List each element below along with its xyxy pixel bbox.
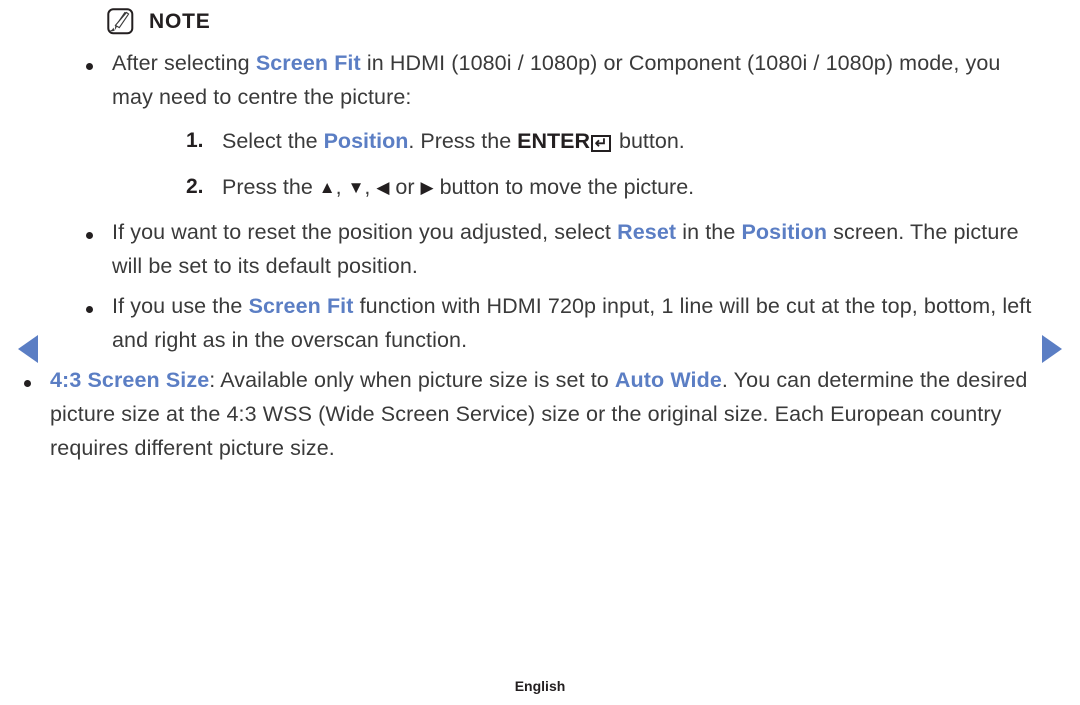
highlight-position: Position [323,129,409,153]
bullet-text-4-3-screen-size: 4:3 Screen Size: Available only when pic… [50,363,1036,465]
footer-language: English [514,678,566,694]
text-segment: in the [676,220,742,244]
text-segment: : Available only when picture size is se… [209,368,615,392]
text-segment: button to move the picture. [433,175,695,199]
note-content: After selecting Screen Fit in HDMI (1080… [24,46,1036,465]
text-segment: , [364,175,377,199]
enter-return-key-icon: ↵ [591,135,612,152]
bullet-text-reset-position: If you want to reset the position you ad… [112,215,1036,283]
bullet-dot-icon [86,215,112,244]
text-segment: Select the [222,129,324,153]
arrow-right-icon: ▶ [420,178,434,197]
bullet-dot-icon [24,363,50,392]
bullet-dot-icon [86,289,112,318]
arrow-up-icon: ▲ [318,178,336,197]
numbered-step: 1. Select the Position. Press the ENTER ↵… [86,124,1036,158]
list-item: After selecting Screen Fit in HDMI (1080… [86,46,1036,114]
text-segment: , [335,175,348,199]
numbered-step: 2. Press the ▲, ▼, ◀ or ▶ button to move… [86,170,1036,205]
previous-page-arrow-icon[interactable] [18,335,38,363]
enter-label: ENTER [517,129,591,153]
list-item: 4:3 Screen Size: Available only when pic… [24,363,1036,465]
list-item: If you want to reset the position you ad… [86,215,1036,283]
text-segment: If you want to reset the position you ad… [112,220,618,244]
highlight-screen-fit: Screen Fit [255,51,361,75]
highlight-4-3-screen-size: 4:3 Screen Size [50,368,210,392]
text-segment: or [389,175,421,199]
arrow-left-icon: ◀ [376,178,390,197]
note-title: NOTE [149,10,211,33]
bullet-text-screen-fit-720p: If you use the Screen Fit function with … [112,289,1036,357]
highlight-auto-wide: Auto Wide [614,368,722,392]
manual-page: NOTE After selecting Screen Fit in HDMI … [0,0,1080,705]
step-number: 2. [186,175,204,198]
bullet-text-screen-fit-centre: After selecting Screen Fit in HDMI (1080… [112,46,1036,114]
text-segment: After selecting [112,51,256,75]
text-segment: Press the [222,175,319,199]
list-item: If you use the Screen Fit function with … [86,289,1036,357]
highlight-screen-fit: Screen Fit [248,294,354,318]
arrow-down-icon: ▼ [347,178,365,197]
text-segment: button. [613,129,685,153]
text-segment: If you use the [112,294,249,318]
step-text-move-picture: Press the ▲, ▼, ◀ or ▶ button to move th… [222,170,1036,205]
note-pencil-icon [107,8,137,35]
text-segment: . Press the [408,129,518,153]
bullet-dot-icon [86,46,112,75]
highlight-reset: Reset [617,220,677,244]
note-heading: NOTE [107,8,211,35]
step-text-select-position: Select the Position. Press the ENTER ↵ bu… [222,124,1036,158]
step-number: 1. [186,129,204,152]
highlight-position: Position [741,220,828,244]
next-page-arrow-icon[interactable] [1042,335,1062,363]
